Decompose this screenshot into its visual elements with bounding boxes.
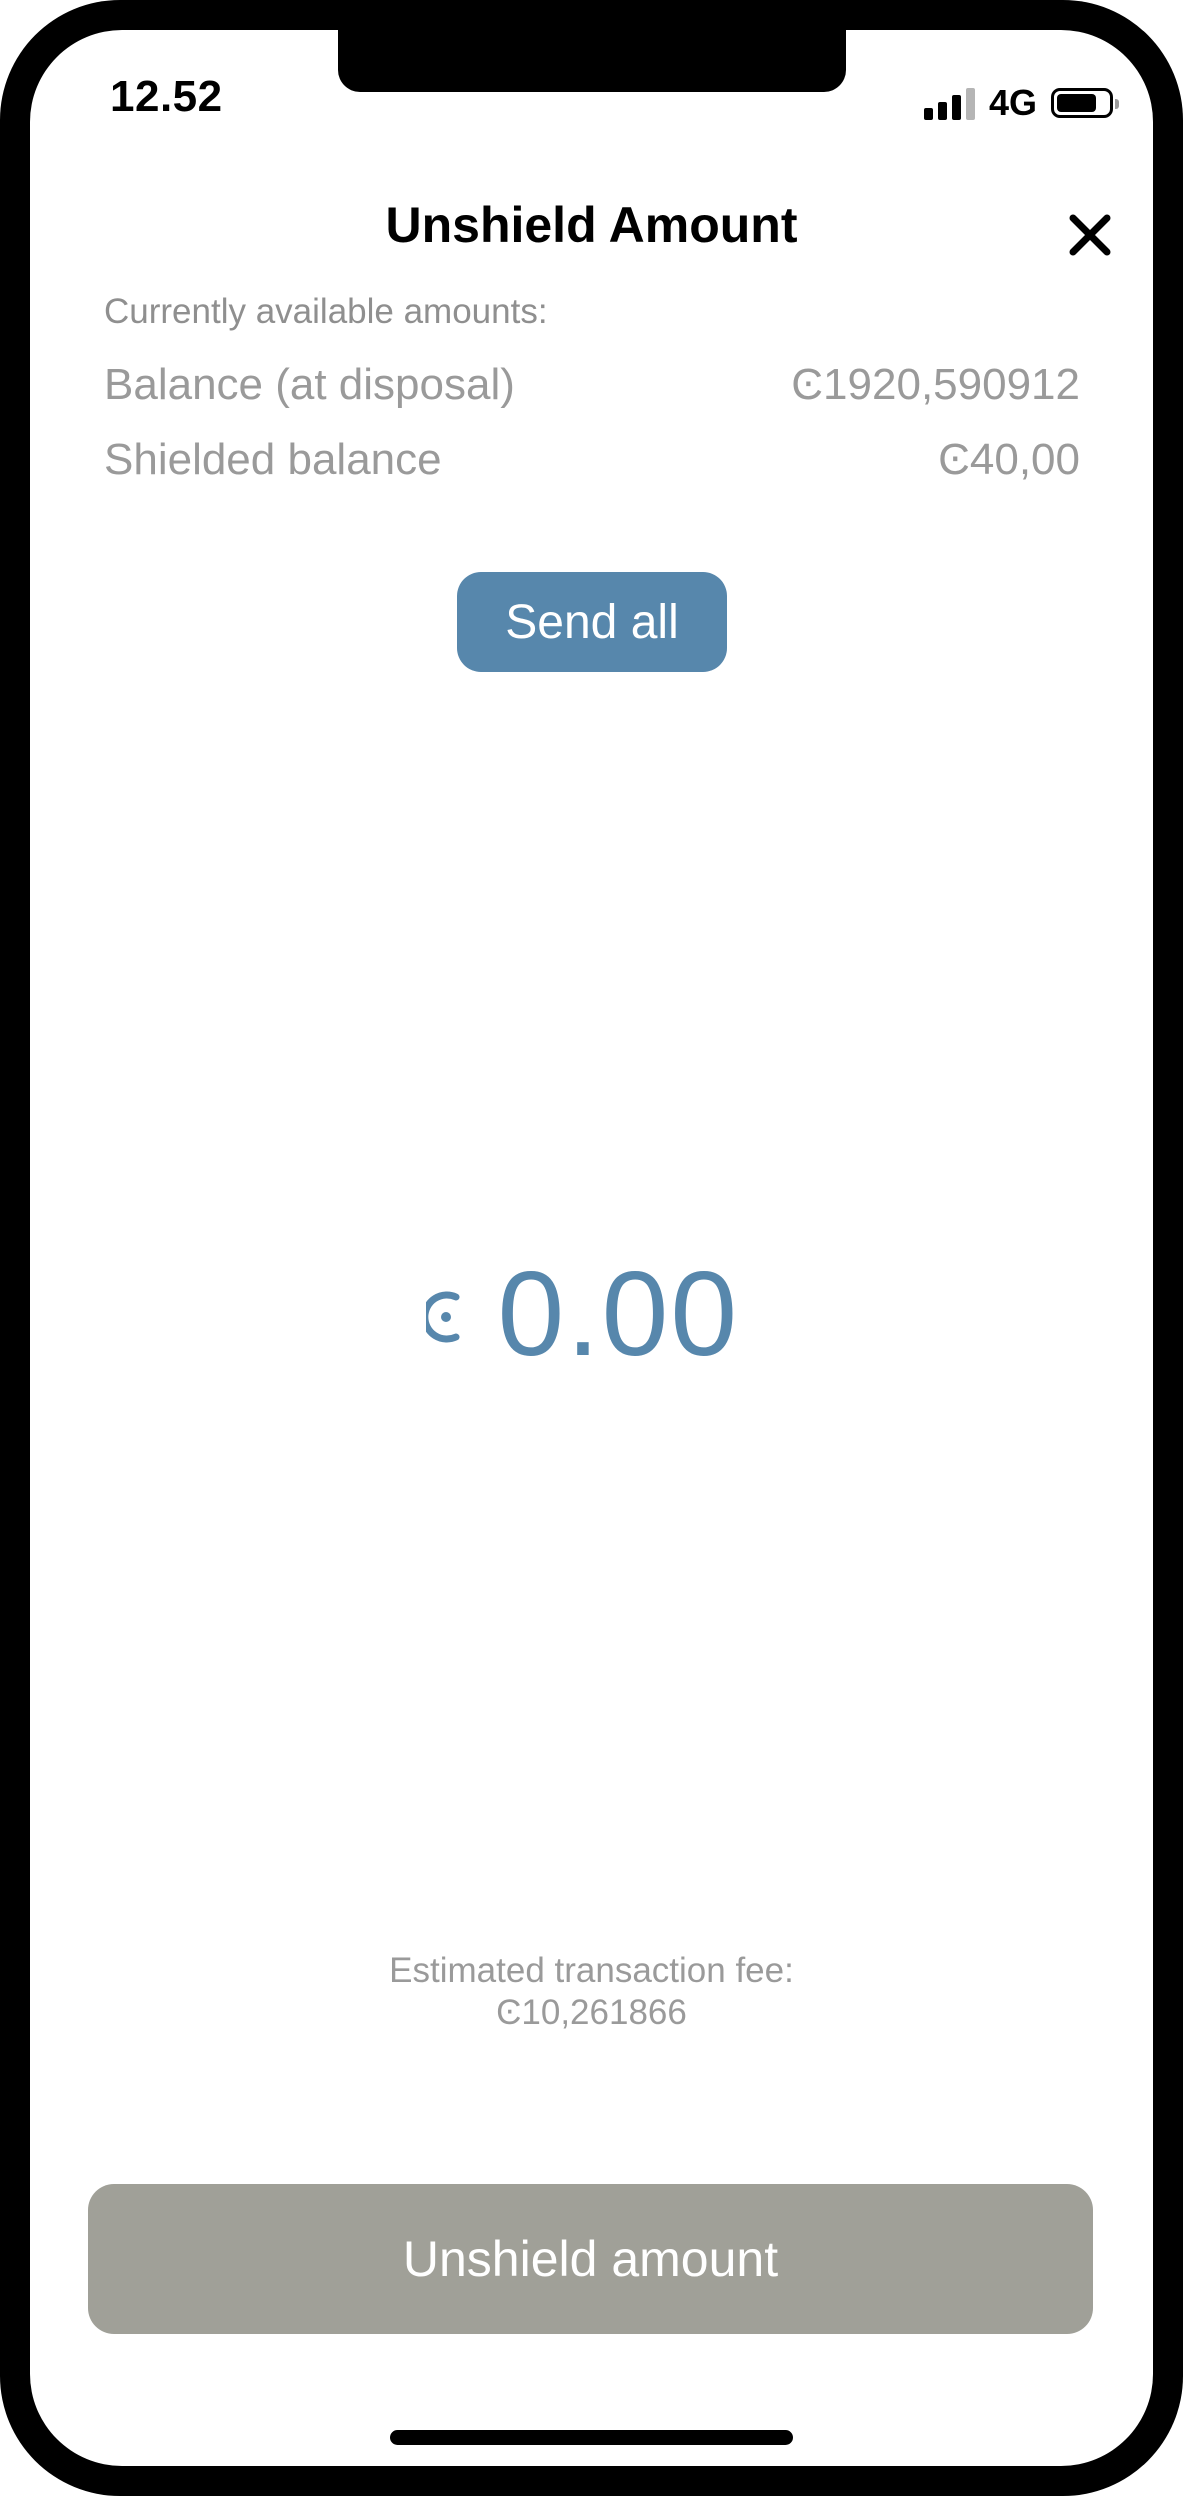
status-time: 12.52 (110, 72, 223, 121)
unshield-amount-button[interactable]: Unshield amount (88, 2184, 1093, 2334)
available-amounts-label: Currently available amounts: (104, 292, 548, 331)
close-icon[interactable] (1060, 205, 1120, 265)
estimated-fee: Estimated transaction fee: Ͼ10,261866 (30, 1950, 1153, 2034)
fee-value: Ͼ10,261866 (496, 1993, 687, 2032)
ccd-icon (425, 1291, 459, 1343)
status-indicators: 4G (923, 82, 1119, 124)
battery-icon (1051, 88, 1119, 118)
balance-value: Ͼ1920,590912 (791, 360, 1080, 409)
amount-display (30, 1245, 1153, 1383)
notch (338, 30, 846, 92)
balance-label: Balance (at disposal) (104, 360, 515, 409)
screen: 12.52 4G Unshield Amount Currently avail… (30, 30, 1153, 2466)
send-all-button[interactable]: Send all (457, 572, 727, 672)
fee-label: Estimated transaction fee: (389, 1951, 794, 1990)
shielded-balance-row: Shielded balance Ͼ40,00 (104, 435, 1080, 485)
amount-input[interactable] (497, 1245, 758, 1383)
home-indicator[interactable] (390, 2430, 793, 2445)
page-title: Unshield Amount (385, 197, 798, 253)
signal-icon (923, 86, 975, 120)
shielded-balance-value: Ͼ40,00 (938, 435, 1080, 484)
network-type: 4G (988, 82, 1037, 123)
balance-row: Balance (at disposal) Ͼ1920,590912 (104, 360, 1080, 410)
shielded-balance-label: Shielded balance (104, 435, 442, 484)
device-frame: 12.52 4G Unshield Amount Currently avail… (0, 0, 1183, 2496)
